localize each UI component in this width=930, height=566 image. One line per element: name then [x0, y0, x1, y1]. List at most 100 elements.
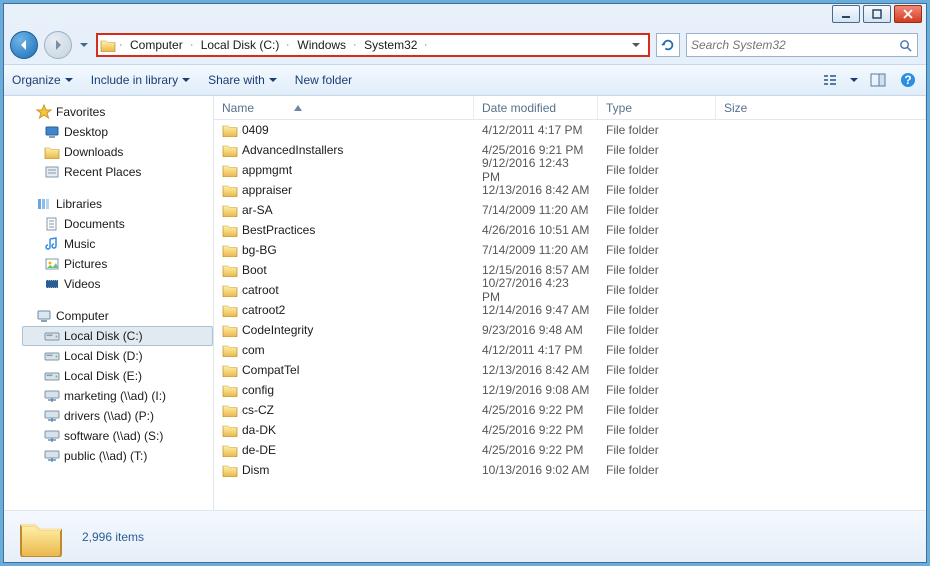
include-library-menu[interactable]: Include in library [91, 73, 190, 87]
folder-icon [222, 223, 238, 237]
tree-item-net-software[interactable]: software (\\ad) (S:) [4, 426, 213, 446]
organize-menu[interactable]: Organize [12, 73, 73, 87]
close-button[interactable] [894, 5, 922, 23]
table-row[interactable]: com4/12/2011 4:17 PMFile folder [214, 340, 926, 360]
folder-icon [222, 303, 238, 317]
file-name: AdvancedInstallers [242, 143, 343, 157]
file-name: ar-SA [242, 203, 273, 217]
tree-favorites-header[interactable]: Favorites [4, 102, 213, 122]
file-date: 4/25/2016 9:22 PM [474, 403, 598, 417]
tree-item-net-drivers[interactable]: drivers (\\ad) (P:) [4, 406, 213, 426]
folder-icon [222, 423, 238, 437]
share-with-menu[interactable]: Share with [208, 73, 277, 87]
folder-icon [222, 123, 238, 137]
table-row[interactable]: BestPractices4/26/2016 10:51 AMFile fold… [214, 220, 926, 240]
column-name[interactable]: Name [214, 96, 474, 119]
file-type: File folder [598, 363, 716, 377]
file-rows[interactable]: 04094/12/2011 4:17 PMFile folder Advanced… [214, 120, 926, 510]
refresh-button[interactable] [656, 33, 680, 57]
table-row[interactable]: de-DE4/25/2016 9:22 PMFile folder [214, 440, 926, 460]
explorer-window: Computer Local Disk (C:) Windows System3… [3, 3, 927, 563]
tree-item-net-marketing[interactable]: marketing (\\ad) (I:) [4, 386, 213, 406]
libraries-icon [36, 196, 52, 212]
table-row[interactable]: bg-BG7/14/2009 11:20 AMFile folder [214, 240, 926, 260]
caption-buttons [832, 5, 922, 23]
file-type: File folder [598, 263, 716, 277]
file-date: 4/25/2016 9:21 PM [474, 143, 598, 157]
preview-pane-button[interactable] [868, 70, 888, 90]
folder-icon [222, 263, 238, 277]
file-date: 7/14/2009 11:20 AM [474, 243, 598, 257]
file-type: File folder [598, 463, 716, 477]
help-button[interactable]: ? [898, 70, 918, 90]
tree-computer-header[interactable]: Computer [4, 306, 213, 326]
folder-icon [222, 183, 238, 197]
column-date[interactable]: Date modified [474, 96, 598, 119]
back-button[interactable] [10, 31, 38, 59]
file-date: 12/14/2016 9:47 AM [474, 303, 598, 317]
tree-item-local-disk-d[interactable]: Local Disk (D:) [4, 346, 213, 366]
table-row[interactable]: appmgmt9/12/2016 12:43 PMFile folder [214, 160, 926, 180]
file-type: File folder [598, 303, 716, 317]
table-row[interactable]: CodeIntegrity9/23/2016 9:48 AMFile folde… [214, 320, 926, 340]
maximize-button[interactable] [863, 5, 891, 23]
tree-item-documents[interactable]: Documents [4, 214, 213, 234]
tree-item-pictures[interactable]: Pictures [4, 254, 213, 274]
file-date: 12/19/2016 9:08 AM [474, 383, 598, 397]
view-options-button[interactable] [820, 70, 840, 90]
search-box[interactable] [686, 33, 918, 57]
folder-icon [222, 243, 238, 257]
minimize-button[interactable] [832, 5, 860, 23]
tree-item-videos[interactable]: Videos [4, 274, 213, 294]
breadcrumb[interactable]: Computer [126, 35, 197, 55]
address-history-dropdown[interactable] [628, 41, 644, 49]
file-name: catroot [242, 283, 279, 297]
tree-item-music[interactable]: Music [4, 234, 213, 254]
view-dropdown-icon[interactable] [850, 76, 858, 84]
tree-item-downloads[interactable]: Downloads [4, 142, 213, 162]
column-size[interactable]: Size [716, 96, 926, 119]
table-row[interactable]: Dism10/13/2016 9:02 AMFile folder [214, 460, 926, 480]
table-row[interactable]: appraiser12/13/2016 8:42 AMFile folder [214, 180, 926, 200]
table-row[interactable]: da-DK4/25/2016 9:22 PMFile folder [214, 420, 926, 440]
navigation-pane[interactable]: Favorites Desktop Downloads Recent Place… [4, 96, 214, 510]
recent-history-dropdown[interactable] [78, 41, 90, 49]
tree-item-net-public[interactable]: public (\\ad) (T:) [4, 446, 213, 466]
new-folder-button[interactable]: New folder [295, 73, 352, 87]
file-name: cs-CZ [242, 403, 274, 417]
breadcrumb[interactable]: Windows [293, 35, 360, 55]
location-folder-icon [100, 38, 116, 52]
address-bar[interactable]: Computer Local Disk (C:) Windows System3… [96, 33, 650, 57]
column-type[interactable]: Type [598, 96, 716, 119]
file-type: File folder [598, 123, 716, 137]
table-row[interactable]: ar-SA7/14/2009 11:20 AMFile folder [214, 200, 926, 220]
file-type: File folder [598, 203, 716, 217]
folder-icon [222, 383, 238, 397]
table-row[interactable]: catroot10/27/2016 4:23 PMFile folder [214, 280, 926, 300]
tree-libraries-header[interactable]: Libraries [4, 194, 213, 214]
file-name: CompatTel [242, 363, 299, 377]
navigation-row: Computer Local Disk (C:) Windows System3… [4, 26, 926, 64]
file-type: File folder [598, 423, 716, 437]
file-date: 9/23/2016 9:48 AM [474, 323, 598, 337]
column-headers: Name Date modified Type Size [214, 96, 926, 120]
table-row[interactable]: catroot212/14/2016 9:47 AMFile folder [214, 300, 926, 320]
table-row[interactable]: CompatTel 12/13/2016 8:42 AMFile folder [214, 360, 926, 380]
table-row[interactable]: config12/19/2016 9:08 AMFile folder [214, 380, 926, 400]
tree-item-recent-places[interactable]: Recent Places [4, 162, 213, 182]
file-name: config [242, 383, 274, 397]
breadcrumb[interactable]: System32 [360, 35, 431, 55]
network-drive-icon [44, 448, 60, 464]
file-type: File folder [598, 343, 716, 357]
file-date: 9/12/2016 12:43 PM [474, 156, 598, 184]
tree-item-desktop[interactable]: Desktop [4, 122, 213, 142]
breadcrumb[interactable]: Local Disk (C:) [197, 35, 294, 55]
table-row[interactable]: cs-CZ4/25/2016 9:22 PMFile folder [214, 400, 926, 420]
file-date: 12/13/2016 8:42 AM [474, 363, 598, 377]
search-input[interactable] [691, 38, 897, 52]
tree-item-local-disk-e[interactable]: Local Disk (E:) [4, 366, 213, 386]
file-date: 4/25/2016 9:22 PM [474, 423, 598, 437]
folder-icon [222, 403, 238, 417]
table-row[interactable]: 04094/12/2011 4:17 PMFile folder [214, 120, 926, 140]
forward-button[interactable] [44, 31, 72, 59]
